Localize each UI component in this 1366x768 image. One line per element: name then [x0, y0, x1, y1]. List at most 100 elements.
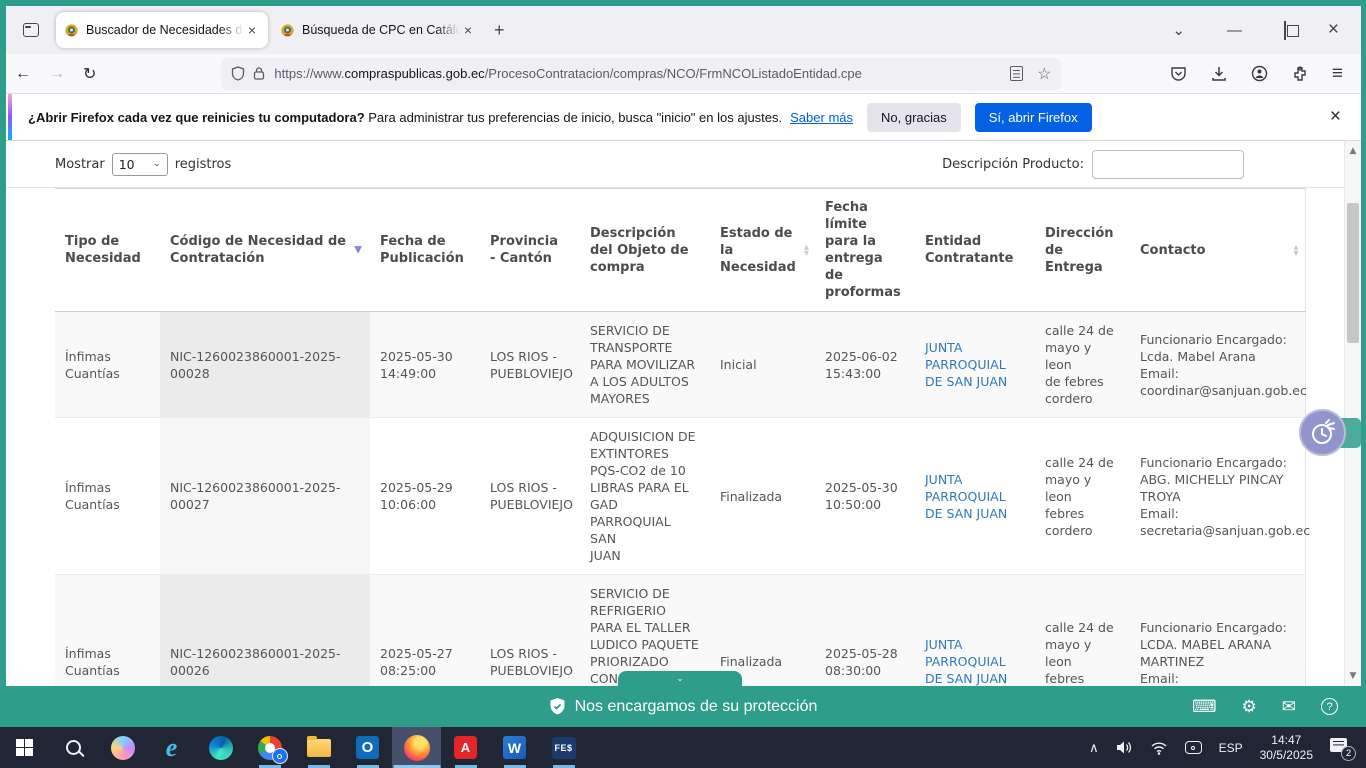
col-fecha-limite[interactable]: Fecha límite para la entrega de proforma…	[815, 189, 915, 312]
col-codigo-necesidad[interactable]: Código de Necesidad de Contratación▼	[160, 189, 370, 312]
page-size-select[interactable]: 10 ⌄	[112, 153, 168, 176]
col-direccion-entrega[interactable]: Dirección de Entrega	[1035, 189, 1130, 312]
col-entidad-contratante[interactable]: Entidad Contratante	[915, 189, 1035, 312]
edge-icon	[209, 736, 233, 760]
wifi-icon[interactable]	[1150, 741, 1168, 755]
action-center-button[interactable]: 2	[1330, 738, 1354, 758]
scrollbar-thumb[interactable]	[1347, 203, 1359, 343]
forward-button[interactable]: →	[40, 63, 74, 85]
taskbar-internet-explorer-button[interactable]: e	[147, 727, 196, 768]
taskbar-file-explorer-button[interactable]	[294, 727, 343, 768]
cell-descripcion: SERVICIO DE REFRIGERIO PARA EL TALLER LU…	[580, 575, 710, 687]
list-tabs-button[interactable]: ⌄	[1166, 19, 1191, 41]
floating-timer-widget[interactable]	[1299, 409, 1361, 457]
sort-both-icon[interactable]: ▲▼	[1294, 244, 1299, 256]
sort-desc-icon[interactable]: ▼	[354, 245, 362, 256]
product-filter-input[interactable]	[1092, 150, 1244, 179]
acrobat-icon: A	[454, 736, 477, 759]
learn-more-link[interactable]: Saber más	[790, 110, 853, 125]
notification-count-badge: 2	[1341, 746, 1356, 761]
virtual-keyboard-icon[interactable]: ⌨	[1192, 697, 1217, 717]
cell-tipo: Ínfimas Cuantías	[55, 575, 160, 687]
decline-button[interactable]: No, gracias	[867, 103, 961, 132]
volume-icon[interactable]	[1116, 740, 1133, 755]
chevron-down-icon: ⌄	[676, 674, 684, 684]
downloads-icon[interactable]	[1211, 66, 1227, 82]
taskbar-outlook-button[interactable]: O	[343, 727, 392, 768]
reader-mode-icon[interactable]	[1010, 66, 1023, 81]
cell-estado: Inicial	[710, 312, 815, 418]
col-contacto[interactable]: Contacto▲▼	[1130, 189, 1305, 312]
screen: Buscador de Necesidades de Co × Búsqueda…	[0, 0, 1366, 768]
cell-fecha-limite: 2025-05-28 08:30:00	[815, 575, 915, 687]
tab-buscador-necesidades[interactable]: Buscador de Necesidades de Co ×	[56, 12, 268, 48]
fes-app-icon: FE$	[552, 737, 576, 759]
taskbar-chrome-button[interactable]	[245, 727, 294, 768]
protection-bar-collapse-tab[interactable]: ⌄	[618, 671, 742, 686]
firefox-view-button[interactable]	[16, 15, 46, 45]
url-bar[interactable]: https://www.compraspublicas.gob.ec/Proce…	[221, 58, 1061, 90]
reload-button[interactable]: ↻	[74, 62, 105, 86]
notification-message: ¿Abrir Firefox cada vez que reinicies tu…	[28, 110, 782, 125]
col-fecha-publicacion[interactable]: Fecha de Publicación	[370, 189, 480, 312]
scroll-up-icon[interactable]: ▲	[1345, 143, 1361, 159]
tab-close-icon[interactable]: ×	[460, 21, 476, 39]
pocket-icon[interactable]	[1170, 66, 1187, 82]
feedback-envelope-icon[interactable]: ✉	[1282, 697, 1296, 717]
windows-taskbar: e O A W FE$ ∧ ESP 14:4730/5/2025 2	[0, 727, 1366, 768]
notification-close-icon[interactable]: ×	[1330, 106, 1341, 128]
protected-browser-frame: Buscador de Necesidades de Co × Búsqueda…	[0, 0, 1366, 727]
table-row: Ínfimas Cuantías NIC-1260023860001-2025-…	[55, 312, 1305, 418]
windows-logo-icon	[16, 739, 34, 757]
taskbar-edge-button[interactable]	[196, 727, 245, 768]
meet-now-icon[interactable]	[1185, 741, 1202, 754]
bookmark-star-icon[interactable]: ☆	[1037, 64, 1051, 84]
tab-title: Búsqueda de CPC en Catálogo E	[302, 23, 460, 37]
new-tab-button[interactable]: +	[484, 18, 515, 43]
col-tipo-necesidad[interactable]: Tipo de Necesidad	[55, 189, 160, 312]
hidden-icons-chevron[interactable]: ∧	[1089, 740, 1099, 756]
taskbar-search-button[interactable]	[49, 727, 98, 768]
tab-close-icon[interactable]: ×	[244, 21, 260, 39]
cell-fecha-limite: 2025-05-30 10:50:00	[815, 418, 915, 575]
col-descripcion-objeto[interactable]: Descripción del Objeto de compra	[580, 189, 710, 312]
navigation-bar: ← → ↻ https://www.compraspublicas.gob.ec…	[6, 54, 1361, 94]
sort-both-icon[interactable]: ▲▼	[804, 244, 809, 256]
help-icon[interactable]: ?	[1321, 698, 1338, 715]
taskbar-fes-button[interactable]: FE$	[539, 727, 588, 768]
extensions-puzzle-icon[interactable]	[1292, 66, 1308, 82]
taskbar-acrobat-button[interactable]: A	[441, 727, 490, 768]
account-icon[interactable]	[1251, 65, 1268, 82]
timer-clock-icon[interactable]	[1299, 409, 1346, 456]
settings-gear-icon[interactable]: ⚙	[1242, 697, 1257, 717]
entidad-link[interactable]: JUNTA PARROQUIAL DE SAN JUAN	[925, 472, 1007, 521]
start-button[interactable]	[0, 727, 49, 768]
cell-provincia: LOS RIOS - PUEBLOVIEJO	[480, 312, 580, 418]
minimize-button[interactable]: —	[1221, 20, 1248, 41]
window-close-button[interactable]: ×	[1322, 17, 1345, 43]
taskbar-copilot-button[interactable]	[98, 727, 147, 768]
col-provincia-canton[interactable]: Provincia - Cantón	[480, 189, 580, 312]
accept-open-firefox-button[interactable]: Sí, abrir Firefox	[975, 103, 1092, 132]
taskbar-clock[interactable]: 14:4730/5/2025	[1260, 733, 1313, 763]
taskbar-word-button[interactable]: W	[490, 727, 539, 768]
tab-busqueda-cpc[interactable]: Búsqueda de CPC en Catálogo E ×	[272, 12, 484, 48]
outlook-icon: O	[356, 736, 379, 759]
lock-icon[interactable]	[253, 66, 265, 81]
scroll-down-icon[interactable]: ▼	[1345, 668, 1361, 684]
back-button[interactable]: ←	[6, 63, 40, 85]
language-indicator[interactable]: ESP	[1219, 741, 1243, 755]
entidad-link[interactable]: JUNTA PARROQUIAL DE SAN JUAN	[925, 340, 1007, 389]
col-estado-necesidad[interactable]: Estado de la Necesidad▲▼	[710, 189, 815, 312]
menu-hamburger-icon[interactable]: ≡	[1332, 63, 1343, 85]
chrome-profile-badge	[272, 748, 288, 764]
cell-codigo: NIC-1260023860001-2025-00028	[160, 312, 370, 418]
entidad-link[interactable]: JUNTA PARROQUIAL DE SAN JUAN	[925, 637, 1007, 686]
cell-entidad: JUNTA PARROQUIAL DE SAN JUAN	[915, 575, 1035, 687]
shield-permissions-icon[interactable]	[231, 66, 245, 81]
maximize-restore-button[interactable]	[1278, 20, 1292, 41]
cell-provincia: LOS RIOS - PUEBLOVIEJO	[480, 418, 580, 575]
taskbar-firefox-button[interactable]	[392, 727, 441, 768]
cell-direccion: calle 24 de mayo y leon de febres corder…	[1035, 312, 1130, 418]
taskbar-time: 14:47	[1271, 733, 1301, 747]
